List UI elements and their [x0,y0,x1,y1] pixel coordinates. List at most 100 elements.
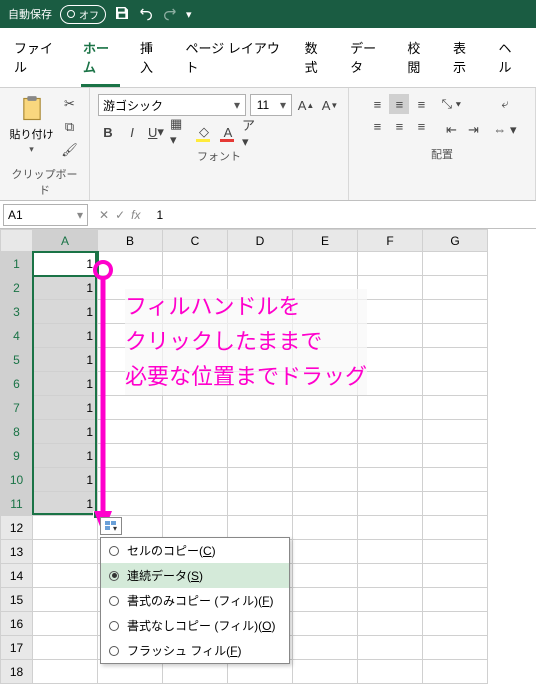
select-all-corner[interactable] [1,230,33,252]
cell[interactable] [423,588,488,612]
fill-color-button[interactable]: ◇ [194,122,214,142]
cell[interactable] [293,420,358,444]
column-header[interactable]: D [228,230,293,252]
cell[interactable] [358,300,423,324]
cell[interactable] [33,516,98,540]
cell[interactable]: 1 [33,372,98,396]
font-size-combo[interactable]: ▾ [250,94,292,116]
cell[interactable] [358,660,423,684]
tab-view[interactable]: 表示 [451,34,479,87]
cell[interactable] [358,492,423,516]
underline-button[interactable]: U ▾ [146,122,166,142]
tab-data[interactable]: データ [348,34,387,87]
cell[interactable] [98,420,163,444]
font-size-input[interactable] [251,95,275,115]
cell[interactable] [163,492,228,516]
cell[interactable] [163,468,228,492]
cell[interactable] [358,396,423,420]
cell[interactable]: 1 [33,444,98,468]
cell[interactable] [358,252,423,276]
align-bottom-icon[interactable]: ≡ [411,94,431,114]
autofill-menu-item[interactable]: 書式のみコピー (フィル)(F) [101,588,289,613]
tab-review[interactable]: 校閲 [405,34,433,87]
paste-button[interactable]: 貼り付け ▾ [10,94,54,155]
cell[interactable] [293,636,358,660]
font-name-combo[interactable]: ▾ [98,94,246,116]
autofill-menu-item[interactable]: セルのコピー(C) [101,538,289,563]
cell[interactable] [423,516,488,540]
cell[interactable]: 1 [33,252,98,276]
cell[interactable] [293,612,358,636]
autofill-options-button[interactable]: ▾ [100,517,122,535]
redo-icon[interactable] [162,5,178,24]
cell[interactable] [423,468,488,492]
cell[interactable]: 1 [33,276,98,300]
cell[interactable] [358,420,423,444]
cell[interactable] [98,444,163,468]
font-name-input[interactable] [99,95,229,115]
row-header[interactable]: 5 [1,348,33,372]
decrease-indent-icon[interactable]: ⇤ [441,120,461,140]
cell[interactable] [423,540,488,564]
enter-formula-icon[interactable]: ✓ [115,208,125,222]
cell[interactable] [423,300,488,324]
cell[interactable]: 1 [33,420,98,444]
cell[interactable] [358,564,423,588]
row-header[interactable]: 12 [1,516,33,540]
tab-formulas[interactable]: 数式 [303,34,331,87]
orientation-icon[interactable]: ⤡ ▾ [441,94,461,114]
cell[interactable] [423,324,488,348]
cell[interactable] [358,324,423,348]
cell[interactable] [33,564,98,588]
cell[interactable] [358,540,423,564]
cell[interactable] [163,252,228,276]
column-header[interactable]: F [358,230,423,252]
cell[interactable] [423,252,488,276]
row-header[interactable]: 17 [1,636,33,660]
align-middle-icon[interactable]: ≡ [389,94,409,114]
row-header[interactable]: 10 [1,468,33,492]
cell[interactable] [423,276,488,300]
cell[interactable] [358,372,423,396]
cell[interactable] [358,276,423,300]
align-center-icon[interactable]: ≡ [389,116,409,136]
row-header[interactable]: 15 [1,588,33,612]
column-header[interactable]: B [98,230,163,252]
cell[interactable] [293,252,358,276]
cell[interactable]: 1 [33,492,98,516]
qat-customize-icon[interactable]: ▾ [186,8,192,21]
save-icon[interactable] [114,5,130,24]
row-header[interactable]: 18 [1,660,33,684]
cell[interactable] [358,348,423,372]
cancel-formula-icon[interactable]: ✕ [99,208,109,222]
cell[interactable] [293,444,358,468]
increase-indent-icon[interactable]: ⇥ [463,120,483,140]
cell[interactable] [423,660,488,684]
column-header[interactable]: G [423,230,488,252]
cell[interactable] [293,540,358,564]
cell[interactable] [358,588,423,612]
border-button[interactable]: ▦ ▾ [170,122,190,142]
tab-help[interactable]: ヘル [496,34,524,87]
formula-input[interactable]: 1 [148,201,536,228]
cell[interactable]: 1 [33,324,98,348]
tab-pagelayout[interactable]: ページ レイアウト [184,34,285,87]
cell[interactable] [423,348,488,372]
cell[interactable] [423,492,488,516]
cell[interactable] [293,396,358,420]
cell[interactable] [358,516,423,540]
cell[interactable]: 1 [33,348,98,372]
undo-icon[interactable] [138,5,154,24]
row-header[interactable]: 3 [1,300,33,324]
row-header[interactable]: 9 [1,444,33,468]
cell[interactable] [228,420,293,444]
cell[interactable] [33,636,98,660]
tab-file[interactable]: ファイル [12,34,63,87]
copy-icon[interactable]: ⧉ [60,117,80,137]
spreadsheet-grid[interactable]: ABCDEFG112131415161718191101111121314151… [0,229,536,684]
row-header[interactable]: 1 [1,252,33,276]
cut-icon[interactable]: ✂ [60,94,80,114]
row-header[interactable]: 8 [1,420,33,444]
cell[interactable] [228,516,293,540]
cell[interactable] [358,468,423,492]
